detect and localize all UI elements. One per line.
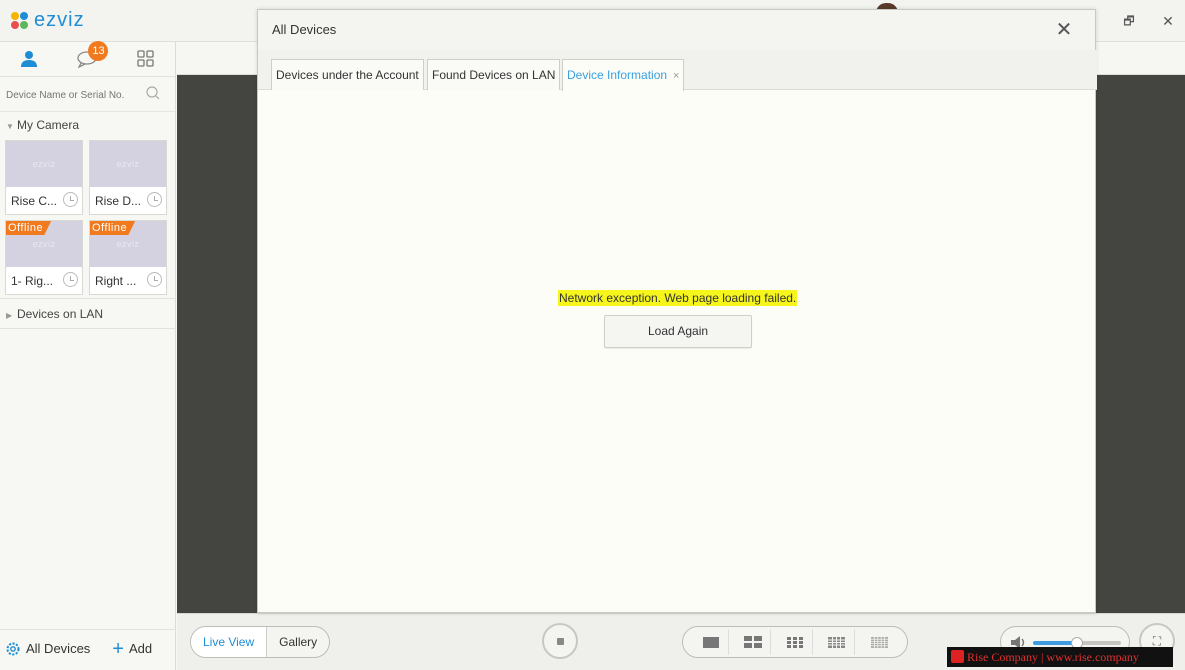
sidebar-tabs: 13 bbox=[0, 41, 175, 77]
watermark: Rise Company | www.rise.company bbox=[947, 647, 1173, 667]
stop-all-button[interactable] bbox=[542, 623, 578, 659]
playback-clock-icon[interactable] bbox=[63, 272, 78, 287]
divider bbox=[0, 328, 176, 329]
tab-device-information-label: Device Information bbox=[567, 68, 668, 82]
all-devices-dialog: All Devices ✕ Devices under the Account … bbox=[257, 9, 1097, 613]
offline-badge: Offline bbox=[90, 221, 136, 235]
camera-thumbnail: ezviz Offline bbox=[6, 221, 82, 267]
watermark-logo-icon bbox=[951, 650, 964, 663]
thumbnail-logo: ezviz bbox=[116, 159, 140, 169]
camera-card[interactable]: ezviz Rise D... bbox=[89, 140, 167, 215]
grid-tab[interactable] bbox=[131, 44, 161, 74]
group-devices-on-lan[interactable]: ▶ Devices on LAN bbox=[0, 301, 176, 327]
layout-4-icon[interactable] bbox=[735, 629, 771, 655]
message-badge: 13 bbox=[88, 41, 109, 61]
thumbnail-logo: ezviz bbox=[116, 239, 140, 249]
playback-clock-icon[interactable] bbox=[147, 192, 162, 207]
gear-icon bbox=[6, 642, 20, 655]
close-window-icon[interactable]: ✕ bbox=[1157, 10, 1179, 32]
dialog-close-icon[interactable]: ✕ bbox=[1053, 19, 1075, 41]
message-tab[interactable]: 13 bbox=[72, 41, 109, 74]
search-input[interactable] bbox=[6, 85, 142, 105]
error-message: Network exception. Web page loading fail… bbox=[558, 290, 798, 306]
thumbnail-logo: ezviz bbox=[32, 159, 56, 169]
camera-thumbnail: ezviz bbox=[90, 141, 166, 187]
group-my-camera-label: My Camera bbox=[17, 118, 80, 132]
watermark-text: Rise Company | www.rise.company bbox=[967, 650, 1139, 664]
camera-name: Right ... bbox=[95, 274, 137, 288]
view-mode-toggle: Live View Gallery bbox=[190, 626, 331, 658]
search-icon[interactable] bbox=[146, 86, 160, 100]
grid-icon bbox=[137, 50, 154, 67]
app-logo: ezviz bbox=[10, 9, 85, 32]
tab-close-icon[interactable]: × bbox=[673, 70, 679, 82]
camera-name: Rise C... bbox=[11, 194, 58, 208]
tab-devices-under-account[interactable]: Devices under the Account bbox=[271, 59, 424, 90]
thumbnail-logo: ezviz bbox=[32, 239, 56, 249]
layout-16-icon[interactable] bbox=[819, 629, 855, 655]
all-devices-label: All Devices bbox=[26, 641, 91, 656]
layout-25-icon[interactable] bbox=[861, 629, 897, 655]
divider bbox=[0, 298, 176, 299]
logo-text: ezviz bbox=[34, 9, 85, 31]
camera-name: 1- Rig... bbox=[11, 274, 54, 288]
dialog-title: All Devices bbox=[258, 10, 1095, 50]
user-icon bbox=[21, 51, 38, 67]
camera-card[interactable]: ezviz Offline 1- Rig... bbox=[5, 220, 83, 295]
camera-card[interactable]: ezviz Rise C... bbox=[5, 140, 83, 215]
ezviz-logo-icon bbox=[10, 11, 30, 31]
playback-clock-icon[interactable] bbox=[147, 272, 162, 287]
dialog-tabbar: Devices under the Account Found Devices … bbox=[258, 50, 1097, 91]
collapsed-triangle-icon: ▶ bbox=[6, 311, 13, 320]
live-view-button[interactable]: Live View bbox=[191, 627, 268, 657]
load-again-button[interactable]: Load Again bbox=[604, 315, 752, 348]
camera-thumbnail: ezviz Offline bbox=[90, 221, 166, 267]
device-search bbox=[0, 77, 175, 112]
layout-9-icon[interactable] bbox=[777, 629, 813, 655]
camera-card[interactable]: ezviz Offline Right ... bbox=[89, 220, 167, 295]
expanded-triangle-icon: ▼ bbox=[6, 122, 14, 131]
all-devices-button[interactable]: All Devices bbox=[5, 641, 90, 657]
volume-slider[interactable] bbox=[1033, 637, 1121, 649]
restore-icon[interactable]: 🗗 bbox=[1118, 10, 1140, 32]
group-lan-label: Devices on LAN bbox=[17, 307, 104, 321]
plus-icon: + bbox=[112, 637, 124, 660]
camera-name: Rise D... bbox=[95, 194, 142, 208]
camera-thumbnail: ezviz bbox=[6, 141, 82, 187]
tab-found-devices-on-lan[interactable]: Found Devices on LAN bbox=[427, 59, 561, 90]
layout-1-icon[interactable] bbox=[693, 629, 729, 655]
tab-device-information[interactable]: Device Information × bbox=[562, 59, 685, 91]
offline-badge: Offline bbox=[6, 221, 52, 235]
add-device-button[interactable]: + Add bbox=[112, 637, 153, 660]
playback-clock-icon[interactable] bbox=[63, 192, 78, 207]
group-my-camera[interactable]: ▼ My Camera bbox=[0, 112, 175, 138]
sidebar-bottom: All Devices + Add bbox=[0, 629, 176, 667]
sidebar: 13 ▼My Camera ezviz Rise C... bbox=[0, 41, 176, 670]
layout-selector bbox=[682, 626, 908, 658]
add-label: Add bbox=[128, 641, 153, 656]
gallery-button[interactable]: Gallery bbox=[267, 627, 329, 657]
user-tab[interactable] bbox=[14, 44, 44, 74]
